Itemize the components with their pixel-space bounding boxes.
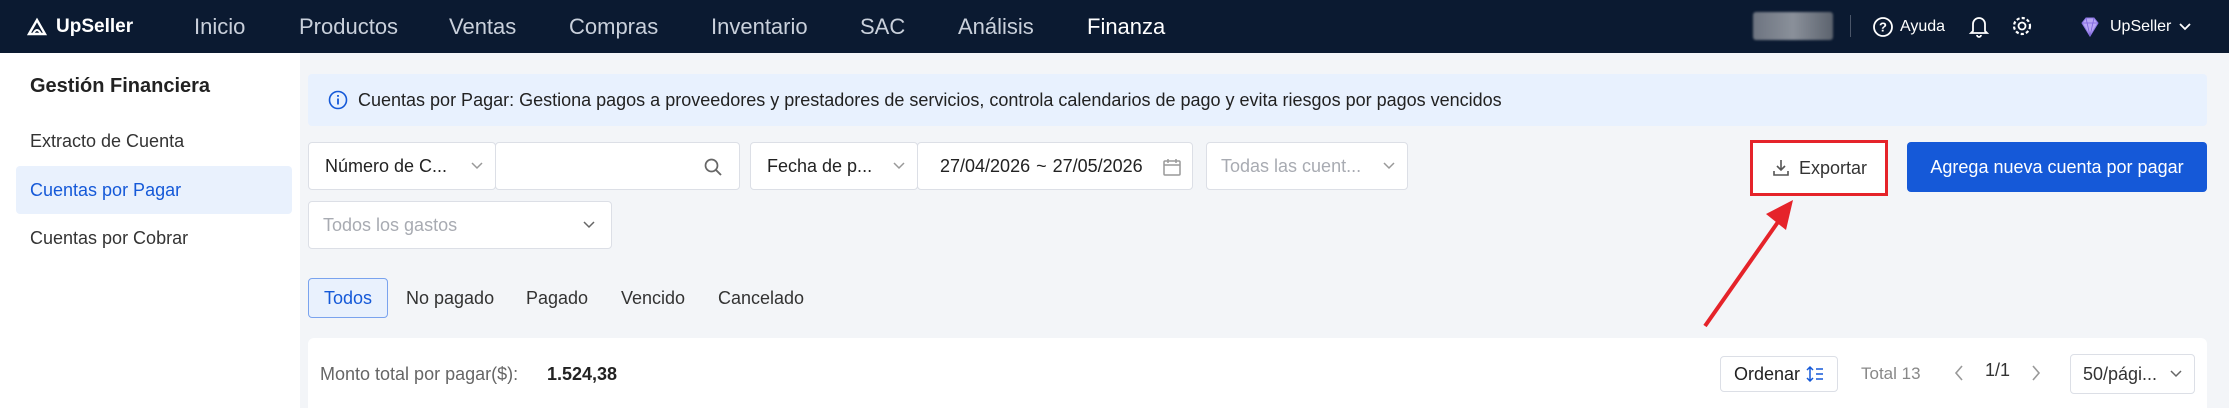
total-label: Monto total por pagar($): [320, 364, 519, 384]
tab-vencido[interactable]: Vencido [621, 278, 685, 318]
tab-pagado[interactable]: Pagado [526, 278, 588, 318]
brand-logo[interactable]: UpSeller [26, 16, 176, 38]
gear-icon[interactable] [2010, 14, 2034, 38]
sort-icon [1806, 365, 1824, 383]
page-size-select[interactable]: 50/pági... [2070, 354, 2195, 394]
download-icon [1773, 160, 1789, 176]
summary-panel: Monto total por pagar($): 1.524,38 Orden… [308, 338, 2207, 408]
sort-button[interactable]: Ordenar [1720, 356, 1838, 392]
date-type-select[interactable]: Fecha de p... [750, 142, 918, 190]
date-range-picker[interactable]: 27/04/2026 ~ 27/05/2026 [917, 142, 1193, 190]
sidebar-item-label: Extracto de Cuenta [30, 130, 185, 151]
sort-label: Ordenar [1733, 363, 1801, 384]
nav-productos[interactable]: Productos [299, 0, 398, 53]
chevron-down-icon [1383, 162, 1395, 170]
search-icon[interactable] [703, 157, 723, 177]
sidebar: Gestión Financiera Extracto de Cuenta Cu… [0, 53, 300, 408]
nav-inicio[interactable]: Inicio [194, 0, 245, 53]
search-field-select-value: Número de C... [325, 155, 448, 176]
page-indicator: 1/1 [1985, 360, 2011, 380]
export-button[interactable]: Exportar [1750, 140, 1888, 196]
sidebar-item-cuentas-por-pagar[interactable]: Cuentas por Pagar [16, 166, 292, 214]
svg-text:?: ? [1879, 19, 1887, 34]
blurred-account-info [1753, 12, 1833, 40]
chevron-down-icon [893, 162, 905, 170]
nav-sac[interactable]: SAC [860, 0, 905, 53]
chevron-down-icon [471, 162, 483, 170]
bell-icon[interactable] [1968, 14, 1990, 38]
nav-finanza[interactable]: Finanza [1087, 0, 1165, 53]
chevron-down-icon [2179, 22, 2191, 30]
export-label: Exportar [1798, 157, 1868, 178]
help-label: Ayuda [1900, 17, 1946, 35]
expense-select-placeholder: Todos los gastos [323, 214, 458, 235]
nav-inventario[interactable]: Inventario [711, 0, 808, 53]
banner-text: Cuentas por Pagar: Gestiona pagos a prov… [358, 89, 1502, 110]
help-button[interactable]: ? Ayuda [1872, 0, 1945, 53]
sidebar-title: Gestión Financiera [30, 75, 211, 97]
add-payable-label: Agrega nueva cuenta por pagar [1930, 156, 2184, 177]
search-field-select[interactable]: Número de C... [308, 142, 496, 190]
page-size-value: 50/pági... [2083, 363, 2158, 384]
nav-ventas[interactable]: Ventas [449, 0, 516, 53]
upseller-logo-icon [26, 17, 48, 35]
account-select-placeholder: Todas las cuent... [1221, 155, 1362, 176]
next-page-icon[interactable] [2030, 364, 2042, 382]
account-select[interactable]: Todas las cuent... [1206, 142, 1408, 190]
chevron-down-icon [583, 221, 595, 229]
add-payable-button[interactable]: Agrega nueva cuenta por pagar [1907, 142, 2207, 192]
date-to[interactable]: 27/05/2026 [1053, 156, 1143, 177]
date-separator: ~ [1036, 155, 1047, 176]
sidebar-item-cuentas-por-cobrar[interactable]: Cuentas por Cobrar [16, 214, 292, 262]
diamond-icon [2081, 17, 2099, 37]
tab-cancelado[interactable]: Cancelado [718, 278, 804, 318]
header-divider [1850, 15, 1851, 37]
tab-todos[interactable]: Todos [308, 278, 388, 318]
total-count: Total 13 [1861, 364, 1921, 383]
user-label: UpSeller [2110, 17, 2172, 35]
tab-no-pagado[interactable]: No pagado [406, 278, 494, 318]
total-value: 1.524,38 [547, 364, 618, 384]
brand-name: UpSeller [56, 15, 134, 37]
calendar-icon [1163, 159, 1181, 176]
chevron-down-icon [2170, 370, 2182, 378]
user-menu[interactable]: UpSeller [2078, 0, 2191, 53]
search-input[interactable] [495, 142, 740, 190]
expense-select[interactable]: Todos los gastos [308, 201, 612, 249]
date-from[interactable]: 27/04/2026 [940, 156, 1030, 177]
sidebar-item-label: Cuentas por Pagar [30, 179, 182, 200]
nav-analisis[interactable]: Análisis [958, 0, 1034, 53]
sidebar-item-extracto[interactable]: Extracto de Cuenta [16, 117, 292, 165]
info-icon [328, 90, 348, 110]
prev-page-icon[interactable] [1953, 364, 1965, 382]
info-banner: Cuentas por Pagar: Gestiona pagos a prov… [308, 74, 2207, 126]
top-navigation-bar: UpSeller Inicio Productos Ventas Compras… [0, 0, 2229, 53]
nav-compras[interactable]: Compras [569, 0, 658, 53]
date-type-select-value: Fecha de p... [767, 155, 873, 176]
sidebar-item-label: Cuentas por Cobrar [30, 227, 189, 248]
help-icon: ? [1873, 16, 1893, 37]
